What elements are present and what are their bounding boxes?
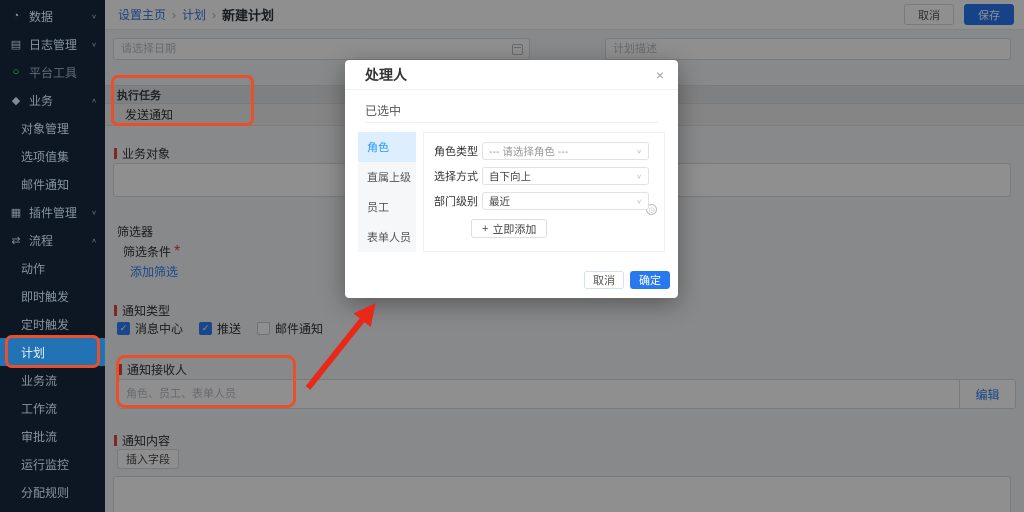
sidebar-item-label: 日志管理 — [29, 36, 91, 53]
chevron-down-icon: ∨ — [91, 40, 97, 47]
sidebar-item-platform-tools[interactable]: ○ 平台工具 — [0, 58, 105, 86]
chevron-up-icon: ∧ — [91, 236, 97, 243]
sidebar-item-plugin-management[interactable]: ▦ 插件管理 ∨ — [0, 198, 105, 226]
sidebar-item-label: 邮件通知 — [21, 176, 105, 193]
sidebar-item-label: 动作 — [21, 260, 105, 277]
role-type-row: 角色类型 --- 请选择角色 --- ∨ — [424, 142, 649, 160]
plugin-icon: ▦ — [9, 206, 23, 219]
modal-cancel-button[interactable]: 取消 — [584, 271, 624, 289]
modal-header: 处理人 × — [345, 60, 678, 90]
select-value: 自下向上 — [489, 169, 636, 184]
close-icon[interactable]: × — [656, 68, 664, 82]
select-mode-select[interactable]: 自下向上 ∨ — [482, 167, 649, 185]
modal-title: 处理人 — [365, 65, 407, 85]
chevron-down-icon: ∨ — [636, 172, 642, 179]
sidebar-item-business-flow[interactable]: 业务流 — [0, 366, 105, 394]
sidebar-item-mail-notify[interactable]: 邮件通知 — [0, 170, 105, 198]
plus-icon: + — [482, 223, 488, 235]
sidebar-item-label: 审批流 — [21, 428, 105, 445]
role-type-label: 角色类型 — [434, 143, 482, 159]
select-value: 最近 — [489, 194, 636, 209]
sidebar-item-label: 平台工具 — [29, 64, 105, 81]
dept-level-row: 部门级别 最近 ∨ — [424, 192, 649, 210]
app-screen: ◔ 数据 ∨ ▤ 日志管理 ∨ ○ 平台工具 ◆ 业务 ∧ 对象管理 选项值集 … — [0, 0, 1024, 512]
log-icon: ▤ — [9, 38, 23, 51]
sidebar-item-label: 插件管理 — [29, 204, 91, 221]
sidebar-item-label: 流程 — [29, 232, 91, 249]
sidebar-item-process[interactable]: ⇄ 流程 ∧ — [0, 226, 105, 254]
tab-employee[interactable]: 员工 — [358, 192, 416, 222]
sidebar-item-label: 即时触发 — [21, 288, 105, 305]
sidebar-item-business[interactable]: ◆ 业务 ∧ — [0, 86, 105, 114]
tab-form-personnel[interactable]: 表单人员 — [358, 222, 416, 252]
modal-form-panel: 角色类型 --- 请选择角色 --- ∨ 选择方式 自下向上 ∨ ◷ 部门级别 … — [423, 132, 665, 252]
sidebar-item-label: 对象管理 — [21, 120, 105, 137]
chevron-up-icon: ∧ — [91, 96, 97, 103]
chevron-down-icon: ∨ — [636, 197, 642, 204]
sidebar-item-workflow[interactable]: 工作流 — [0, 394, 105, 422]
sidebar-item-label: 业务流 — [21, 372, 105, 389]
chevron-down-icon: ∨ — [91, 208, 97, 215]
modal-tab-list: 角色 直属上级 员工 表单人员 — [358, 132, 416, 252]
sidebar-item-option-sets[interactable]: 选项值集 — [0, 142, 105, 170]
sidebar-item-data[interactable]: ◔ 数据 ∨ — [0, 2, 105, 30]
sidebar-item-instant-trigger[interactable]: 即时触发 — [0, 282, 105, 310]
sidebar-item-label: 业务 — [29, 92, 91, 109]
sidebar-item-label: 选项值集 — [21, 148, 105, 165]
select-value: --- 请选择角色 --- — [489, 144, 636, 159]
sidebar-item-label: 数据 — [29, 8, 91, 25]
sidebar-item-run-monitor[interactable]: 运行监控 — [0, 450, 105, 478]
dept-level-select[interactable]: 最近 ∨ — [482, 192, 649, 210]
flow-icon: ⇄ — [9, 234, 23, 247]
select-mode-label: 选择方式 — [434, 168, 482, 184]
tab-direct-superior[interactable]: 直属上级 — [358, 162, 416, 192]
sidebar-item-label: 计划 — [21, 344, 105, 361]
sidebar-item-label: 定时触发 — [21, 316, 105, 333]
sidebar-item-timed-trigger[interactable]: 定时触发 — [0, 310, 105, 338]
sidebar-item-object-management[interactable]: 对象管理 — [0, 114, 105, 142]
sidebar-item-assign-rules[interactable]: 分配规则 — [0, 478, 105, 506]
handler-modal: 处理人 × 已选中 角色 直属上级 员工 表单人员 角色类型 --- 请选择角色… — [345, 60, 678, 298]
data-icon: ◔ — [9, 10, 23, 22]
modal-footer: 取消 确定 — [584, 271, 670, 289]
chevron-down-icon: ∨ — [636, 147, 642, 154]
sidebar-item-label: 工作流 — [21, 400, 105, 417]
sidebar-item-label: 运行监控 — [21, 456, 105, 473]
sidebar-item-label: 分配规则 — [21, 484, 105, 501]
select-mode-row: 选择方式 自下向上 ∨ ◷ — [424, 167, 649, 185]
platform-tools-icon: ○ — [9, 66, 23, 78]
divider — [365, 122, 658, 123]
dept-level-label: 部门级别 — [434, 193, 482, 209]
tab-role[interactable]: 角色 — [358, 132, 416, 162]
sidebar-item-plan[interactable]: 计划 — [0, 338, 105, 366]
add-now-button[interactable]: + 立即添加 — [471, 219, 547, 238]
selected-label: 已选中 — [365, 102, 401, 119]
sidebar: ◔ 数据 ∨ ▤ 日志管理 ∨ ○ 平台工具 ◆ 业务 ∧ 对象管理 选项值集 … — [0, 0, 105, 512]
chevron-down-icon: ∨ — [91, 12, 97, 19]
role-type-select[interactable]: --- 请选择角色 --- ∨ — [482, 142, 649, 160]
add-now-label: 立即添加 — [492, 221, 536, 237]
sidebar-item-action[interactable]: 动作 — [0, 254, 105, 282]
modal-confirm-button[interactable]: 确定 — [630, 271, 670, 289]
sidebar-item-log-management[interactable]: ▤ 日志管理 ∨ — [0, 30, 105, 58]
business-icon: ◆ — [9, 94, 23, 107]
sidebar-item-approval-flow[interactable]: 审批流 — [0, 422, 105, 450]
